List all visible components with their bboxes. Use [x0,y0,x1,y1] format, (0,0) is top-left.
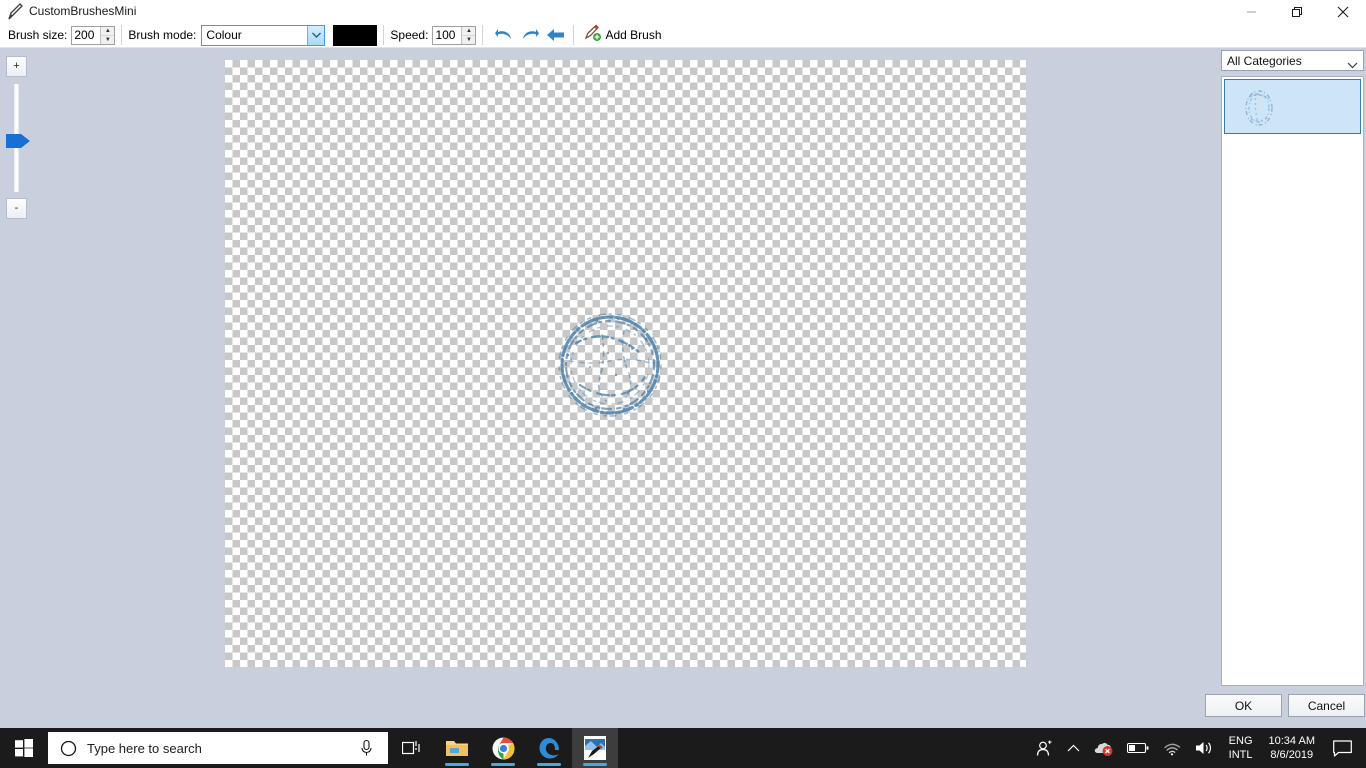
brush-size-stepper[interactable]: 200 ▲ ▼ [71,25,116,45]
toolbar-separator-3 [482,25,484,45]
clock-date: 8/6/2019 [1270,749,1314,761]
wifi-icon[interactable] [1156,728,1188,768]
brush-size-spin-up[interactable]: ▲ [101,27,115,36]
speed-spin-up[interactable]: ▲ [462,27,476,36]
search-placeholder: Type here to search [87,740,202,756]
action-center-icon[interactable] [1323,728,1366,768]
brush-list[interactable] [1221,76,1364,686]
microphone-icon[interactable] [359,739,374,762]
clock-time: 10:34 AM [1268,735,1315,747]
application-window: CustomBrushesMini Brush size: 200 ▲ ▼ Br… [0,0,1366,728]
title-bar: CustomBrushesMini [0,0,1366,23]
onedrive-error-icon[interactable] [1087,728,1120,768]
back-arrow-icon[interactable] [545,24,567,46]
windows-start-icon[interactable] [0,728,48,768]
running-indicator [537,763,561,766]
speed-spin-down[interactable]: ▼ [462,36,475,44]
windows-taskbar: Type here to search ENG INTL 10:34 AM 8/… [0,728,1366,768]
custom-brushes-app-icon[interactable] [572,728,618,768]
speed-spin-buttons[interactable]: ▲ ▼ [461,26,476,44]
toolbar: Brush size: 200 ▲ ▼ Brush mode: Colour S… [0,23,1366,48]
speaker-icon[interactable] [1188,728,1221,768]
task-view-icon[interactable] [388,728,434,768]
drawing-canvas[interactable] [225,60,1026,667]
running-indicator [583,763,607,766]
ok-button[interactable]: OK [1205,694,1282,717]
water-splash-circle-stroke [550,305,670,425]
chevron-down-icon[interactable] [1347,56,1358,74]
water-splash-brush-thumbnail [1239,85,1279,129]
redo-arrow-icon[interactable] [519,24,541,46]
running-indicator [445,763,469,766]
chevron-up-icon[interactable] [1060,728,1087,768]
dialog-button-bar: OK Cancel [1205,694,1365,717]
search-input[interactable]: Type here to search [48,732,388,764]
speed-stepper[interactable]: 100 ▲ ▼ [432,25,477,45]
people-icon[interactable] [1029,728,1060,768]
category-value: All Categories [1227,53,1302,68]
speed-input[interactable]: 100 [433,26,462,44]
battery-icon[interactable] [1120,728,1156,768]
running-indicator [491,763,515,766]
language-indicator[interactable]: ENG INTL [1221,734,1261,762]
add-brush-button[interactable]: Add Brush [584,24,662,47]
category-dropdown[interactable]: All Categories [1221,50,1364,71]
window-title: CustomBrushesMini [29,4,137,18]
brush-mode-value: Colour [206,28,242,42]
chevron-down-icon[interactable] [307,25,325,45]
paintbrush-icon [5,2,25,22]
undo-arrow-icon[interactable] [493,24,515,46]
speed-label: Speed: [390,28,429,42]
close-icon[interactable] [1320,0,1366,23]
language-line-1: ENG [1228,735,1253,747]
brush-size-input[interactable]: 200 [72,26,101,44]
brush-size-spin-buttons[interactable]: ▲ ▼ [100,26,115,44]
zoom-in-button[interactable]: + [6,56,27,77]
brush-size-label: Brush size: [8,28,68,42]
maximize-icon[interactable] [1274,0,1320,23]
brush-library-panel: All Categories [1219,48,1366,728]
toolbar-separator-1 [121,25,123,45]
toolbar-separator-2 [383,25,385,45]
add-brush-label: Add Brush [605,28,662,42]
brush-mode-dropdown[interactable]: Colour [201,24,326,46]
cancel-button[interactable]: Cancel [1288,694,1365,717]
list-item[interactable] [1224,79,1361,134]
brush-size-spin-down[interactable]: ▼ [101,36,114,44]
brush-mode-label: Brush mode: [128,28,197,42]
add-brush-icon [584,24,602,47]
minimize-icon[interactable] [1228,0,1274,23]
google-chrome-icon[interactable] [480,728,526,768]
microsoft-edge-icon[interactable] [526,728,572,768]
toolbar-separator-4 [573,25,575,45]
zoom-out-button[interactable]: - [6,198,27,219]
language-line-2: INTL [1228,749,1253,761]
zoom-panel: + - [0,48,34,728]
system-tray: ENG INTL 10:34 AM 8/6/2019 [1029,728,1366,768]
clock[interactable]: 10:34 AM 8/6/2019 [1261,734,1323,762]
color-swatch-button[interactable] [333,24,378,46]
file-explorer-icon[interactable] [434,728,480,768]
search-circle-icon [60,740,77,757]
